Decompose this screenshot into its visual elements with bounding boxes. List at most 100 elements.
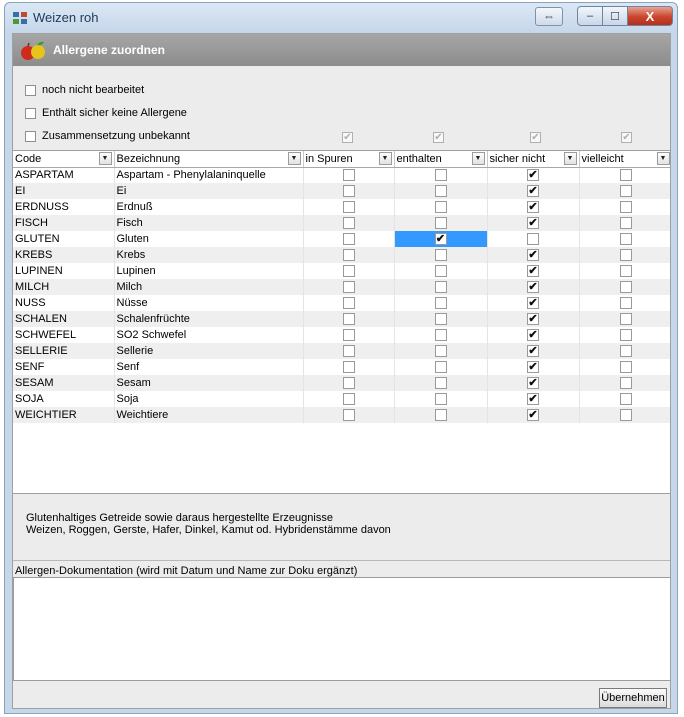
minimize-button[interactable]: – — [577, 6, 603, 26]
checkbox[interactable] — [434, 201, 447, 214]
cell-check[interactable]: ✔ — [487, 247, 580, 263]
table-row[interactable]: ERDNUSS Erdnuß ✔ — [13, 199, 670, 215]
checkbox[interactable] — [619, 329, 632, 342]
table-row[interactable]: KREBS Krebs ✔ — [13, 247, 670, 263]
checkbox[interactable] — [342, 281, 355, 294]
cell-check[interactable] — [303, 295, 395, 311]
dropdown-arrow-icon[interactable]: ▼ — [471, 152, 485, 165]
cell-check[interactable] — [579, 199, 670, 215]
table-row[interactable]: SENF Senf ✔ — [13, 359, 670, 375]
cell-check[interactable] — [394, 167, 488, 183]
cell-check[interactable] — [579, 231, 670, 247]
option-not-processed[interactable]: noch nicht bearbeitet — [25, 82, 144, 98]
cell-check[interactable] — [579, 279, 670, 295]
checkbox[interactable]: ✔ — [527, 249, 539, 262]
checkbox[interactable]: ✔ — [527, 361, 539, 374]
checkbox[interactable] — [434, 185, 447, 198]
checkbox[interactable] — [342, 409, 355, 422]
checkbox[interactable] — [434, 377, 447, 390]
checkbox[interactable] — [434, 409, 447, 422]
cell-check[interactable]: ✔ — [487, 359, 580, 375]
cell-check[interactable] — [394, 279, 488, 295]
checkbox[interactable] — [619, 361, 632, 374]
cell-check[interactable] — [394, 375, 488, 391]
checkbox[interactable]: ✔ — [527, 329, 539, 342]
cell-check[interactable] — [394, 183, 488, 199]
option-no-allergens[interactable]: Enthält sicher keine Allergene — [25, 105, 187, 121]
column-toggle-enthalten[interactable]: ✔ — [433, 132, 444, 143]
dropdown-arrow-icon[interactable]: ▼ — [378, 152, 392, 165]
cell-check[interactable]: ✔ — [487, 311, 580, 327]
checkbox[interactable] — [434, 217, 447, 230]
cell-check[interactable] — [303, 183, 395, 199]
cell-check[interactable] — [303, 215, 395, 231]
checkbox[interactable] — [434, 169, 447, 182]
checkbox[interactable] — [619, 185, 632, 198]
cell-check[interactable] — [394, 263, 488, 279]
cell-check[interactable] — [579, 183, 670, 199]
cell-check[interactable]: ✔ — [487, 375, 580, 391]
checkbox[interactable] — [619, 249, 632, 262]
option-checkbox[interactable] — [25, 84, 36, 96]
apply-button[interactable]: Übernehmen — [599, 688, 667, 708]
column-header-vielleicht[interactable]: vielleicht ▼ — [579, 151, 670, 168]
checkbox[interactable]: ✔ — [527, 217, 539, 230]
checkbox[interactable] — [619, 313, 632, 326]
checkbox[interactable] — [434, 329, 447, 342]
checkbox[interactable] — [342, 329, 355, 342]
checkbox[interactable] — [434, 313, 447, 326]
checkbox[interactable] — [342, 345, 355, 358]
maximize-button[interactable]: ☐ — [602, 6, 628, 26]
cell-check[interactable] — [303, 263, 395, 279]
cell-check[interactable] — [303, 199, 395, 215]
cell-check[interactable] — [394, 407, 488, 423]
cell-check[interactable]: ✔ — [394, 231, 488, 247]
cell-check[interactable]: ✔ — [487, 295, 580, 311]
table-row[interactable]: LUPINEN Lupinen ✔ — [13, 263, 670, 279]
checkbox[interactable]: ✔ — [434, 233, 447, 246]
column-header-bezeichnung[interactable]: Bezeichnung ▼ — [114, 151, 304, 168]
cell-check[interactable] — [579, 343, 670, 359]
cell-check[interactable] — [394, 199, 488, 215]
title-bar[interactable]: Weizen roh ⇔ – ☐ X — [5, 3, 677, 33]
checkbox[interactable] — [342, 233, 355, 246]
checkbox[interactable]: ✔ — [527, 297, 539, 310]
cell-check[interactable] — [303, 167, 395, 183]
checkbox[interactable]: ✔ — [527, 201, 539, 214]
checkbox[interactable] — [619, 345, 632, 358]
cell-check[interactable] — [579, 407, 670, 423]
table-row[interactable]: SCHALEN Schalenfrüchte ✔ — [13, 311, 670, 327]
cell-check[interactable] — [303, 375, 395, 391]
dropdown-arrow-icon[interactable]: ▼ — [656, 152, 670, 165]
cell-check[interactable]: ✔ — [487, 327, 580, 343]
dropdown-arrow-icon[interactable]: ▼ — [98, 152, 112, 165]
checkbox[interactable] — [434, 361, 447, 374]
checkbox[interactable] — [434, 265, 447, 278]
checkbox[interactable] — [434, 249, 447, 262]
checkbox[interactable] — [619, 297, 632, 310]
checkbox[interactable]: ✔ — [527, 313, 539, 326]
table-row[interactable]: SOJA Soja ✔ — [13, 391, 670, 407]
table-row[interactable]: WEICHTIER Weichtiere ✔ — [13, 407, 670, 423]
checkbox[interactable]: ✔ — [527, 281, 539, 294]
checkbox[interactable] — [619, 233, 632, 246]
checkbox[interactable] — [619, 217, 632, 230]
checkbox[interactable] — [342, 361, 355, 374]
documentation-field[interactable] — [13, 577, 670, 681]
checkbox[interactable] — [342, 169, 355, 182]
checkbox[interactable] — [342, 393, 355, 406]
table-row[interactable]: ASPARTAM Aspartam - Phenylalaninquelle ✔ — [13, 167, 670, 183]
checkbox[interactable] — [619, 265, 632, 278]
dropdown-arrow-icon[interactable]: ▼ — [563, 152, 577, 165]
table-row[interactable]: SELLERIE Sellerie ✔ — [13, 343, 670, 359]
cell-check[interactable] — [303, 407, 395, 423]
cell-check[interactable]: ✔ — [487, 215, 580, 231]
checkbox[interactable] — [434, 345, 447, 358]
checkbox[interactable]: ✔ — [527, 345, 539, 358]
checkbox[interactable] — [342, 313, 355, 326]
checkbox[interactable] — [619, 201, 632, 214]
checkbox[interactable] — [434, 393, 447, 406]
cell-check[interactable] — [303, 231, 395, 247]
cell-check[interactable]: ✔ — [487, 391, 580, 407]
cell-check[interactable] — [579, 359, 670, 375]
